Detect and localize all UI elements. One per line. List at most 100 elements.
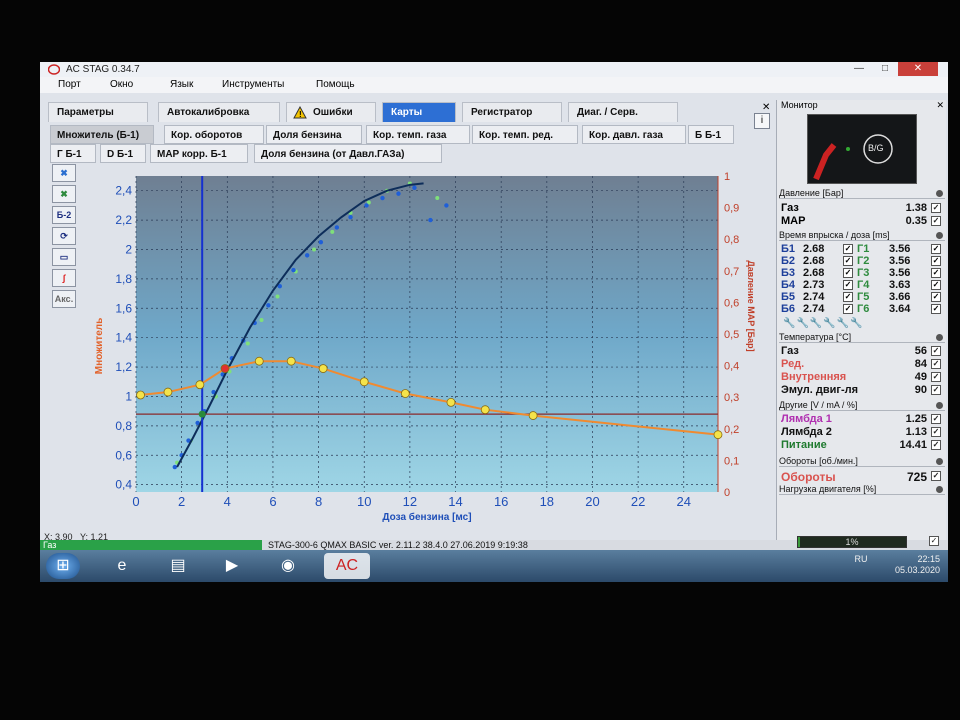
system-tray: RU 22:15 05.03.2020: [854, 554, 940, 576]
subtab-gas-pressure-corr[interactable]: Кор. давл. газа: [582, 125, 686, 144]
y2-tick-label: 0,6: [724, 297, 739, 309]
injection-gas-checkbox[interactable]: ✓: [931, 292, 941, 302]
subtab-petrol-share[interactable]: Доля бензина: [266, 125, 362, 144]
tray-language[interactable]: RU: [854, 554, 867, 564]
x-tick-label: 4: [224, 494, 231, 509]
y2-tick-label: 0,3: [724, 392, 739, 404]
injection-gas-value: 3.56: [889, 243, 911, 255]
subtab-map-corr[interactable]: MAP корр. Б-1: [150, 144, 248, 163]
scatter-point-green: [435, 196, 440, 201]
pressure-gas-value: 1.38: [905, 202, 927, 214]
multiplier-point: [220, 364, 230, 373]
multiplier-chart[interactable]: 0 2 4 6 8 10 12 14 16 18 20 22 24 0,4 0,6 0,8 1 1,2 1,4 1,6…: [80, 166, 780, 526]
injection-gas-label: Г5: [857, 291, 870, 303]
y2-tick-label: 0,7: [724, 266, 739, 278]
gauge-needle-icon: [813, 134, 893, 181]
injection-gas-checkbox[interactable]: ✓: [931, 268, 941, 278]
injection-row: Б5 2.74 ✓ Г5 3.66 ✓: [781, 291, 941, 303]
other-checkbox[interactable]: ✓: [931, 414, 941, 424]
tab-errors[interactable]: ! Ошибки: [286, 102, 376, 122]
scatter-point-blue: [318, 239, 324, 245]
injection-petrol-checkbox[interactable]: ✓: [843, 244, 853, 254]
intersection-point: [198, 410, 206, 418]
other-checkbox[interactable]: ✓: [931, 440, 941, 450]
chrome-icon[interactable]: ◉: [268, 553, 308, 579]
pressure-row-map: MAP 0.35 ✓: [781, 215, 941, 227]
pressure-gas-checkbox[interactable]: ✓: [931, 203, 941, 213]
subtab-reducer-temp-corr[interactable]: Кор. темп. ред.: [472, 125, 578, 144]
refresh-icon[interactable]: ⟳: [52, 227, 76, 245]
injection-petrol-checkbox[interactable]: ✓: [843, 304, 853, 314]
injection-petrol-checkbox[interactable]: ✓: [843, 280, 853, 290]
accessories-button[interactable]: Акс.: [52, 290, 76, 308]
other-checkbox[interactable]: ✓: [931, 427, 941, 437]
maximize-icon[interactable]: □: [872, 62, 898, 76]
tab-diag-service[interactable]: Диаг. / Серв.: [568, 102, 678, 122]
subtab-g-b1[interactable]: Г Б-1: [50, 144, 96, 163]
monitor-close-icon[interactable]: ✕: [936, 100, 944, 111]
tray-time[interactable]: 22:15: [917, 554, 940, 564]
explorer-icon[interactable]: ▤: [158, 553, 198, 579]
other-label: Питание: [781, 439, 827, 451]
ie-icon[interactable]: e: [102, 553, 142, 579]
y-axis-label: Множитель: [94, 318, 105, 375]
close-icon[interactable]: ✕: [898, 62, 938, 76]
tab-maps[interactable]: Карты: [382, 102, 456, 122]
temperature-checkbox[interactable]: ✓: [931, 346, 941, 356]
tray-date[interactable]: 05.03.2020: [854, 565, 940, 576]
pressure-map-checkbox[interactable]: ✓: [931, 216, 941, 226]
close-tab-icon[interactable]: ✕: [762, 102, 770, 113]
minimize-icon[interactable]: —: [846, 62, 872, 76]
temperature-checkbox[interactable]: ✓: [931, 385, 941, 395]
y-tick-label: 0,4: [115, 478, 132, 492]
subtab-d-b1[interactable]: D Б-1: [100, 144, 146, 163]
multiplier-point: [359, 377, 369, 387]
media-player-icon[interactable]: ▶: [212, 553, 252, 579]
frame-icon[interactable]: ▭: [52, 248, 76, 266]
subtab-gas-temp-corr[interactable]: Кор. темп. газа: [366, 125, 470, 144]
temperature-checkbox[interactable]: ✓: [931, 372, 941, 382]
menu-window[interactable]: Окно: [110, 79, 133, 90]
subtab-b-b1[interactable]: Б Б-1: [688, 125, 734, 144]
injection-gas-checkbox[interactable]: ✓: [931, 244, 941, 254]
injection-gas-checkbox[interactable]: ✓: [931, 280, 941, 290]
delete-tool-icon[interactable]: ✖: [52, 185, 76, 203]
menu-port[interactable]: Порт: [58, 79, 81, 90]
injection-petrol-checkbox[interactable]: ✓: [843, 256, 853, 266]
y-tick-label: 1,6: [115, 301, 132, 315]
select-tool-icon[interactable]: ✖: [52, 164, 76, 182]
help-icon[interactable]: i: [754, 113, 770, 129]
ac-stag-taskbar-icon[interactable]: AC: [324, 553, 370, 579]
rpm-checkbox[interactable]: ✓: [931, 471, 941, 481]
load-checkbox[interactable]: ✓: [929, 536, 939, 546]
menu-help[interactable]: Помощь: [316, 79, 355, 90]
tab-parameters[interactable]: Параметры: [48, 102, 148, 122]
injection-petrol-checkbox[interactable]: ✓: [843, 292, 853, 302]
other-label: Лямбда 2: [781, 426, 832, 438]
temperature-value: 49: [914, 371, 927, 383]
tab-autocalibration[interactable]: Автокалибровка: [158, 102, 280, 122]
y-tick-label: 0,8: [115, 419, 132, 433]
tab-recorder[interactable]: Регистратор: [462, 102, 562, 122]
y2-tick-label: 0: [724, 487, 730, 499]
injection-gas-checkbox[interactable]: ✓: [931, 256, 941, 266]
x-tick-label: 22: [631, 494, 645, 509]
bank2-button[interactable]: Б-2: [52, 206, 76, 224]
load-bar: 1%: [797, 536, 907, 548]
other-row: Питание 14.41 ✓: [781, 439, 941, 451]
injection-petrol-checkbox[interactable]: ✓: [843, 268, 853, 278]
subtab-multiplier[interactable]: Множитель (Б-1): [50, 125, 154, 144]
start-button-icon[interactable]: ⊞: [46, 553, 80, 579]
menu-tools[interactable]: Инструменты: [222, 79, 284, 90]
injection-row: Б1 2.68 ✓ Г1 3.56 ✓: [781, 243, 941, 255]
x-tick-label: 16: [494, 494, 508, 509]
subtab-rpm-corr[interactable]: Кор. оборотов: [164, 125, 264, 144]
injection-gas-label: Г1: [857, 243, 870, 255]
temperature-row: Внутренняя 49 ✓: [781, 371, 941, 383]
menu-language[interactable]: Язык: [170, 79, 193, 90]
temperature-checkbox[interactable]: ✓: [931, 359, 941, 369]
curve-icon[interactable]: ∫: [52, 269, 76, 287]
injection-gas-checkbox[interactable]: ✓: [931, 304, 941, 314]
y2-tick-label: 0,8: [724, 234, 739, 246]
subtab-petrol-share-gas-pressure[interactable]: Доля бензина (от Давл.ГАЗа): [254, 144, 442, 163]
